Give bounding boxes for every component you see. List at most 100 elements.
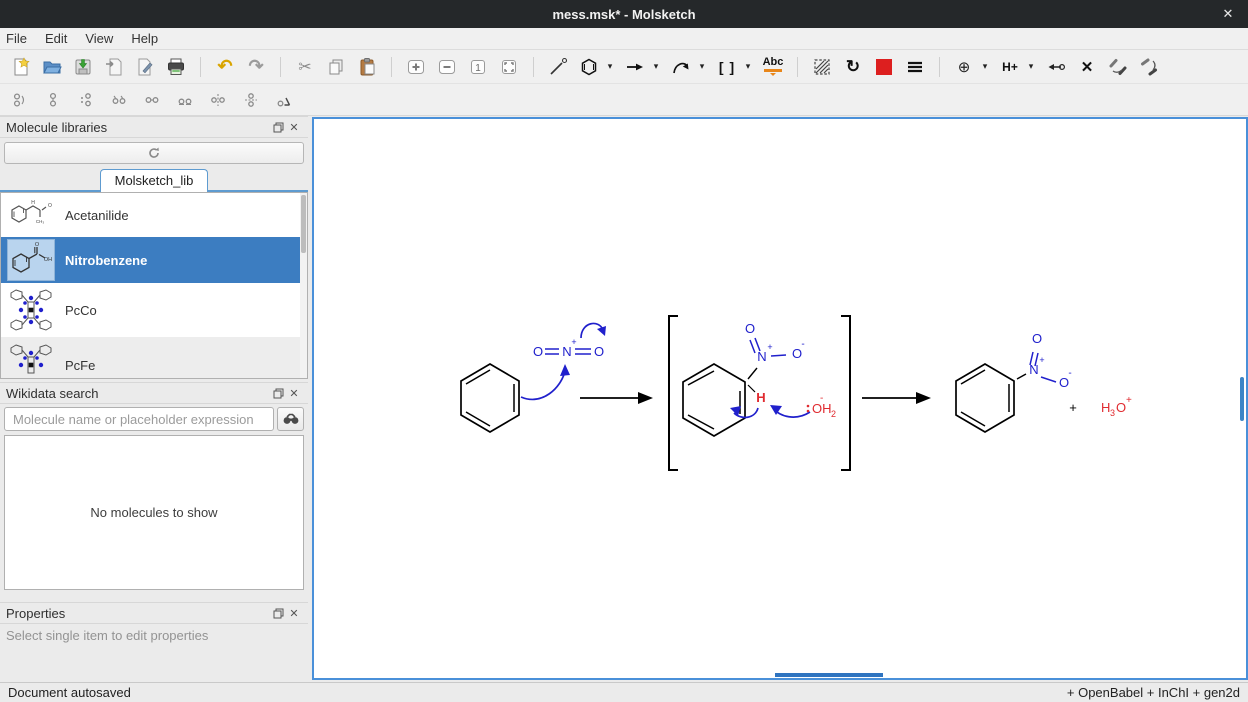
canvas-horizontal-scrollbar[interactable] xyxy=(775,673,883,677)
print-button[interactable] xyxy=(165,55,187,79)
zoom-fit-button[interactable] xyxy=(498,55,520,79)
mechanism-arrow-button[interactable] xyxy=(670,55,692,79)
new-document-button[interactable] xyxy=(10,55,32,79)
brackets-dropdown[interactable]: ▾ xyxy=(743,55,753,79)
flip-vertical-button[interactable] xyxy=(1138,55,1160,79)
list-item-pcfe[interactable]: PcFe xyxy=(1,337,307,379)
zoom-original-button[interactable]: 1 xyxy=(467,55,489,79)
charge-dropdown[interactable]: ▾ xyxy=(980,55,990,79)
insert-brackets-button[interactable]: [ ] xyxy=(716,55,738,79)
ring-dropdown[interactable]: ▾ xyxy=(605,55,615,79)
lasso-selection-button[interactable] xyxy=(811,55,833,79)
list-item-pcco[interactable]: PcCo xyxy=(1,283,307,337)
mechanism-arrow-h-to-ring[interactable] xyxy=(730,406,758,417)
wikidata-float-button[interactable] xyxy=(270,385,286,401)
align-top-button[interactable] xyxy=(109,90,129,110)
mechanism-arrow-no-bond-to-oxygen[interactable] xyxy=(581,323,606,338)
canvas-vertical-scrollbar[interactable] xyxy=(1240,377,1244,421)
open-file-button[interactable] xyxy=(41,55,63,79)
list-item-nitrobenzene[interactable]: O OH Nitrobenzene xyxy=(1,237,307,283)
svg-text:O: O xyxy=(745,321,755,336)
pcfe-structure-icon xyxy=(7,340,55,379)
reaction-arrow-icon xyxy=(625,57,645,77)
wikidata-close-button[interactable]: ✕ xyxy=(286,385,302,401)
left-dock: Molecule libraries ✕ Molsketch_lib xyxy=(0,116,308,682)
nitrobenzene-structure-icon: O OH xyxy=(7,239,55,281)
text-tool-icon: Abc xyxy=(763,57,784,76)
molecule-library-list: H O CH₃ Acetanilide O OH xyxy=(0,192,308,379)
copy-button[interactable] xyxy=(325,55,347,79)
delete-button[interactable]: ✕ xyxy=(1076,55,1098,79)
library-tabbar: Molsketch_lib xyxy=(0,166,308,192)
line-width-button[interactable] xyxy=(904,55,926,79)
molsketch-window: mess.msk* - Molsketch ✕ File Edit View H… xyxy=(0,0,1248,702)
drawing-canvas[interactable]: O N O + xyxy=(312,117,1248,680)
water-base[interactable]: OH 2 - xyxy=(807,393,836,419)
align-vertical-button[interactable] xyxy=(43,90,63,110)
library-refresh-button[interactable] xyxy=(4,142,304,164)
hydronium-ion[interactable]: H 3 O + xyxy=(1101,395,1132,418)
mechanism-arrow-water-to-h[interactable] xyxy=(770,405,810,417)
library-scrollbar[interactable] xyxy=(300,193,307,378)
wikidata-search-button[interactable] xyxy=(277,407,304,431)
list-item-acetanilide[interactable]: H O CH₃ Acetanilide xyxy=(1,193,307,237)
menu-view[interactable]: View xyxy=(85,31,113,46)
set-bond-angle-button[interactable] xyxy=(274,90,294,110)
nitronium-ion[interactable]: O N O + xyxy=(533,337,604,359)
menu-file[interactable]: File xyxy=(6,31,27,46)
cut-button[interactable]: ✂ xyxy=(294,55,316,79)
zoom-in-icon xyxy=(406,57,426,77)
svg-text:+: + xyxy=(1039,355,1044,365)
rotate-button[interactable]: ↻ xyxy=(842,55,864,79)
lone-pair-button[interactable] xyxy=(1045,55,1067,79)
export-icon xyxy=(135,57,155,77)
mechanism-arrow-benzene-to-nitronium[interactable] xyxy=(521,364,570,399)
window-close-button[interactable]: ✕ xyxy=(1218,4,1238,24)
align-middle-button[interactable] xyxy=(142,90,162,110)
hydrogen-dropdown[interactable]: ▾ xyxy=(1026,55,1036,79)
insert-ring-button[interactable] xyxy=(578,55,600,79)
redo-button[interactable]: ↷ xyxy=(245,55,267,79)
insert-text-button[interactable]: Abc xyxy=(762,55,784,79)
paste-button[interactable] xyxy=(356,55,378,79)
align-stack-button[interactable] xyxy=(76,90,96,110)
align-bottom-button[interactable] xyxy=(175,90,195,110)
reaction-arrow-1[interactable] xyxy=(580,392,653,404)
menu-edit[interactable]: Edit xyxy=(45,31,67,46)
svg-text:OH: OH xyxy=(44,257,52,263)
flip-molecule-button[interactable] xyxy=(10,90,30,110)
export-button[interactable] xyxy=(134,55,156,79)
properties-close-button[interactable]: ✕ xyxy=(286,605,302,621)
save-button[interactable] xyxy=(72,55,94,79)
undo-button[interactable]: ↶ xyxy=(214,55,236,79)
reaction-arrow-dropdown[interactable]: ▾ xyxy=(651,55,661,79)
libraries-float-button[interactable] xyxy=(270,119,286,135)
charge-button[interactable]: ⊕ xyxy=(953,55,975,79)
arenium-intermediate[interactable]: N + O O - H xyxy=(683,321,805,436)
menu-help[interactable]: Help xyxy=(131,31,158,46)
align-stack-icon xyxy=(78,92,94,108)
svg-text:+: + xyxy=(767,342,772,352)
reaction-arrow-button[interactable] xyxy=(624,55,646,79)
library-scrollbar-thumb[interactable] xyxy=(301,195,306,253)
reaction-arrow-2[interactable] xyxy=(862,392,931,404)
mechanism-arrow-dropdown[interactable]: ▾ xyxy=(697,55,707,79)
add-hydrogen-button[interactable]: H+ xyxy=(999,55,1021,79)
distribute-horizontal-button[interactable] xyxy=(208,90,228,110)
distribute-vertical-button[interactable] xyxy=(241,90,261,110)
properties-float-button[interactable] xyxy=(270,605,286,621)
svg-text:O: O xyxy=(48,203,52,209)
zoom-out-button[interactable] xyxy=(436,55,458,79)
benzene-reactant[interactable] xyxy=(461,364,519,432)
wikidata-search-input[interactable] xyxy=(4,407,274,431)
nitrobenzene-product[interactable]: N + O O - xyxy=(956,331,1072,432)
import-button[interactable] xyxy=(103,55,125,79)
color-picker-button[interactable] xyxy=(873,55,895,79)
libraries-close-button[interactable]: ✕ xyxy=(286,119,302,135)
flip-molecule-icon xyxy=(12,92,28,108)
dock-splitter[interactable] xyxy=(0,590,308,602)
tab-molsketch-lib[interactable]: Molsketch_lib xyxy=(100,169,209,192)
flip-horizontal-button[interactable] xyxy=(1107,55,1129,79)
zoom-in-button[interactable] xyxy=(405,55,427,79)
draw-bond-button[interactable] xyxy=(547,55,569,79)
